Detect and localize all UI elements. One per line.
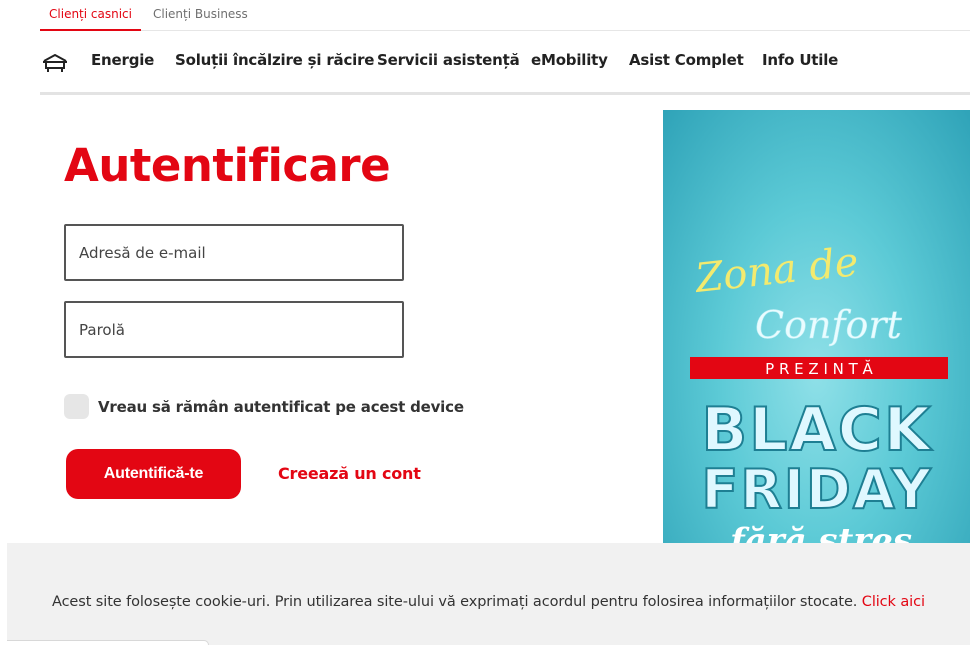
nav-item-asist-complet[interactable]: Asist Complet: [629, 51, 744, 69]
main-navigation: Energie Soluții încălzire și răcire Serv…: [40, 31, 970, 95]
banner-line-2: Confort: [755, 303, 903, 347]
password-field[interactable]: [64, 301, 404, 358]
remember-me-label[interactable]: Vreau să rămân autentificat pe acest dev…: [98, 398, 464, 416]
create-account-link[interactable]: Creează un cont: [278, 464, 421, 483]
banner-line-1: Zona de: [691, 239, 860, 302]
banner-ribbon-text: P R E Z I N T Ă: [765, 359, 873, 378]
tab-business-clients[interactable]: Clienți Business: [153, 0, 248, 31]
nav-item-heating[interactable]: Soluții încălzire și răcire: [175, 51, 374, 69]
promo-banner[interactable]: Zona de Confort P R E Z I N T Ă BLACK FR…: [663, 110, 970, 550]
login-button[interactable]: Autentifică-te: [66, 449, 241, 499]
password-input[interactable]: [66, 303, 402, 356]
cookie-text: Acest site folosește cookie-uri. Prin ut…: [52, 594, 862, 610]
banner-headline-1: BLACK: [702, 395, 933, 465]
banner-headline-2: FRIDAY: [701, 458, 932, 521]
email-field[interactable]: [64, 224, 404, 281]
nav-item-emobility[interactable]: eMobility: [531, 51, 608, 69]
nav-item-energy[interactable]: Energie: [91, 51, 154, 69]
customer-type-tabs: Clienți casnici Clienți Business: [40, 0, 970, 31]
cookie-message: Acest site folosește cookie-uri. Prin ut…: [52, 594, 925, 610]
email-input[interactable]: [66, 226, 402, 279]
page-title: Autentificare: [64, 139, 391, 192]
cookie-banner: Acest site folosește cookie-uri. Prin ut…: [7, 543, 970, 645]
house-icon[interactable]: [42, 52, 68, 74]
cookie-settings-tab[interactable]: [7, 640, 209, 645]
nav-item-info-utile[interactable]: Info Utile: [762, 51, 838, 69]
cookie-details-link[interactable]: Click aici: [862, 594, 925, 610]
nav-item-assistance[interactable]: Servicii asistență: [377, 51, 520, 69]
remember-me-checkbox[interactable]: [64, 394, 89, 419]
tab-residential-clients[interactable]: Clienți casnici: [40, 0, 141, 31]
